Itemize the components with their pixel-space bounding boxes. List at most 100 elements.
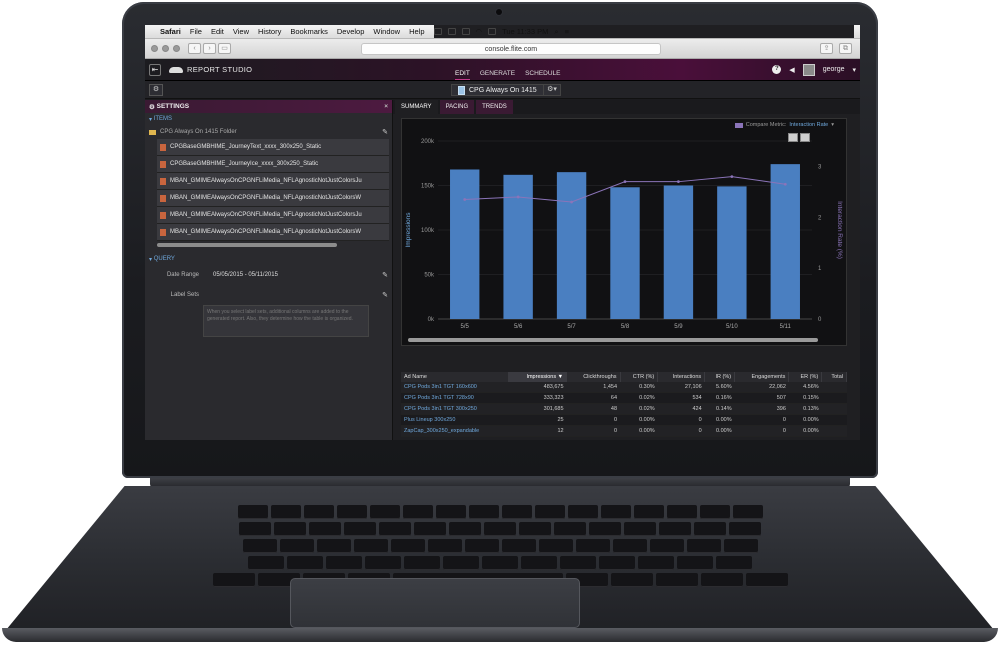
items-scrollbar[interactable]	[157, 243, 337, 247]
table-cell	[821, 403, 847, 415]
status-icon[interactable]	[433, 28, 442, 35]
table-cell: 1,454	[566, 382, 621, 393]
tab-summary[interactable]: SUMMARY	[395, 100, 438, 114]
settings-header: ⚙ SETTINGS ×	[145, 100, 392, 113]
pencil-icon[interactable]: ✎	[382, 291, 388, 299]
tab-pacing[interactable]: PACING	[439, 100, 475, 114]
tabs-icon[interactable]: ⧉	[839, 43, 852, 54]
table-row[interactable]: CPG Pods 3in1 TGT 300x250 301,685 48 0.02% 4…	[401, 403, 847, 415]
key	[379, 522, 411, 536]
table-row[interactable]: ZapCap_300x250_expandable 12 0 0.00% 0 0.00% 0…	[401, 425, 847, 437]
nav-schedule[interactable]: SCHEDULE	[525, 68, 560, 80]
menu-edit[interactable]: Edit	[211, 27, 224, 36]
list-item[interactable]: MBAN_GMIMEAlwaysOnCPGNFLiMedia_NFLAgnost…	[157, 173, 389, 190]
keyboard	[140, 505, 860, 587]
table-row[interactable]: Plus Lineup 300x250 25 0 0.00% 0 0.00% 0 0.00%	[401, 414, 847, 426]
sidebar-icon[interactable]: ▭	[218, 43, 231, 54]
column-header[interactable]: IR (%)	[704, 372, 736, 382]
share-icon[interactable]: ⇪	[820, 43, 833, 54]
clock[interactable]: Tue 11:33 PM	[502, 27, 548, 36]
key	[212, 573, 255, 587]
menu-bookmarks[interactable]: Bookmarks	[290, 27, 328, 36]
key	[519, 522, 551, 536]
table-cell: 534	[657, 392, 705, 404]
column-header[interactable]: ER (%)	[788, 372, 823, 382]
table-row[interactable]: CPG Pods 3in1 TGT 160x600 483,675 1,454 0.3…	[401, 382, 847, 393]
key	[402, 505, 433, 519]
list-item[interactable]: CPGBaseGMBHIME_JourneyIce_xxxx_300x250_S…	[157, 156, 389, 173]
key	[600, 505, 631, 519]
minimize-window-button[interactable]	[162, 45, 169, 52]
column-header[interactable]: Impressions ▼	[508, 372, 568, 382]
key	[649, 539, 684, 553]
table-cell: 0.13%	[788, 403, 822, 415]
column-header[interactable]: Engagements	[734, 372, 790, 382]
avatar[interactable]	[802, 63, 815, 76]
y-tick-label: 200k	[421, 139, 435, 145]
help-icon[interactable]: ?	[772, 65, 782, 74]
nav-generate[interactable]: GENERATE	[480, 68, 515, 80]
compare-metric[interactable]: Compare Metric: Interaction Rate ▾	[734, 122, 834, 128]
key	[274, 522, 306, 536]
calendar-icon[interactable]	[447, 28, 456, 35]
dropbox-icon[interactable]	[461, 28, 470, 35]
pencil-icon[interactable]: ✎	[382, 128, 388, 136]
column-header[interactable]: Interactions	[657, 372, 706, 382]
app-menu[interactable]: Safari	[160, 27, 181, 36]
items-section-toggle[interactable]: ▾ ITEMS	[145, 113, 392, 125]
chevron-down-icon[interactable]: ▾	[852, 66, 856, 74]
table-cell: 0.15%	[788, 392, 822, 404]
list-item[interactable]: MBAN_GMIMEAlwaysOnCPGNFLiMedia_NFLAgnost…	[157, 224, 389, 241]
menu-develop[interactable]: Develop	[337, 27, 365, 36]
announcement-icon[interactable]: ◀	[789, 66, 794, 74]
menu-file[interactable]: File	[190, 27, 202, 36]
camera	[496, 9, 502, 15]
table-row[interactable]: CPG Pods 3in1 TGT 728x90 333,323 64 0.02% 53…	[401, 392, 847, 404]
tab-trends[interactable]: TRENDS	[476, 100, 513, 114]
report-selector[interactable]: CPG Always On 1415	[451, 84, 544, 96]
settings-toggle-icon[interactable]: ⚙	[149, 83, 163, 96]
list-item[interactable]: CPGBaseGMBHIME_JourneyText_xxxx_300x250_…	[157, 139, 389, 156]
exit-icon[interactable]: ⇤	[149, 63, 161, 76]
query-section-toggle[interactable]: ▾ QUERY	[145, 253, 392, 265]
column-header[interactable]: Total	[821, 372, 847, 382]
mac-menubar: Safari File Edit View History Bookmarks …	[145, 25, 860, 39]
column-header[interactable]: Clickthroughs	[566, 372, 621, 382]
spotlight-icon[interactable]: ⌕	[554, 27, 558, 37]
list-item[interactable]: MBAN_GMIMEAlwaysOnCPGNFLiMedia_NFLAgnost…	[157, 207, 389, 224]
key	[353, 539, 388, 553]
notification-icon[interactable]: ≡	[565, 27, 569, 36]
nav-edit[interactable]: EDIT	[455, 68, 470, 80]
username[interactable]: george	[823, 66, 845, 73]
print-icon[interactable]	[788, 133, 798, 142]
menu-window[interactable]: Window	[373, 27, 400, 36]
list-item[interactable]: MBAN_GMIMEAlwaysOnCPGNFLiMedia_NFLAgnost…	[157, 190, 389, 207]
key	[449, 522, 481, 536]
forward-icon[interactable]: ›	[203, 43, 216, 54]
ad-name-cell: Plus Lineup 300x250	[401, 414, 509, 426]
impressions-chart: 0k 50k 100k 150k 200k 0 1 2 3 5/5 5/6 5/7 5/8 5/9 5/10…	[405, 139, 843, 330]
menu-view[interactable]: View	[233, 27, 249, 36]
pencil-icon[interactable]: ✎	[382, 271, 388, 279]
key	[699, 505, 730, 519]
close-window-button[interactable]	[151, 45, 158, 52]
gear-icon[interactable]: ⚙▾	[543, 84, 561, 96]
wifi-icon[interactable]: ◠	[476, 27, 483, 36]
column-header[interactable]: Ad Name	[401, 372, 510, 382]
back-icon[interactable]: ‹	[188, 43, 201, 54]
close-icon[interactable]: ×	[384, 103, 388, 110]
key	[534, 505, 565, 519]
folder-row[interactable]: CPG Always On 1415 Folder ✎	[145, 125, 392, 139]
key	[729, 522, 761, 536]
date-range-value[interactable]: 05/05/2015 - 05/11/2015	[213, 272, 278, 278]
battery-icon[interactable]	[488, 28, 497, 35]
table-cell: 0	[657, 414, 705, 426]
zoom-window-button[interactable]	[173, 45, 180, 52]
download-icon[interactable]	[800, 133, 810, 142]
column-header[interactable]: CTR (%)	[620, 372, 659, 382]
chart-scrollbar[interactable]	[408, 338, 818, 342]
menu-help[interactable]: Help	[409, 27, 424, 36]
menu-history[interactable]: History	[258, 27, 281, 36]
address-bar[interactable]: console.flite.com	[361, 42, 661, 55]
document-icon	[458, 85, 465, 95]
